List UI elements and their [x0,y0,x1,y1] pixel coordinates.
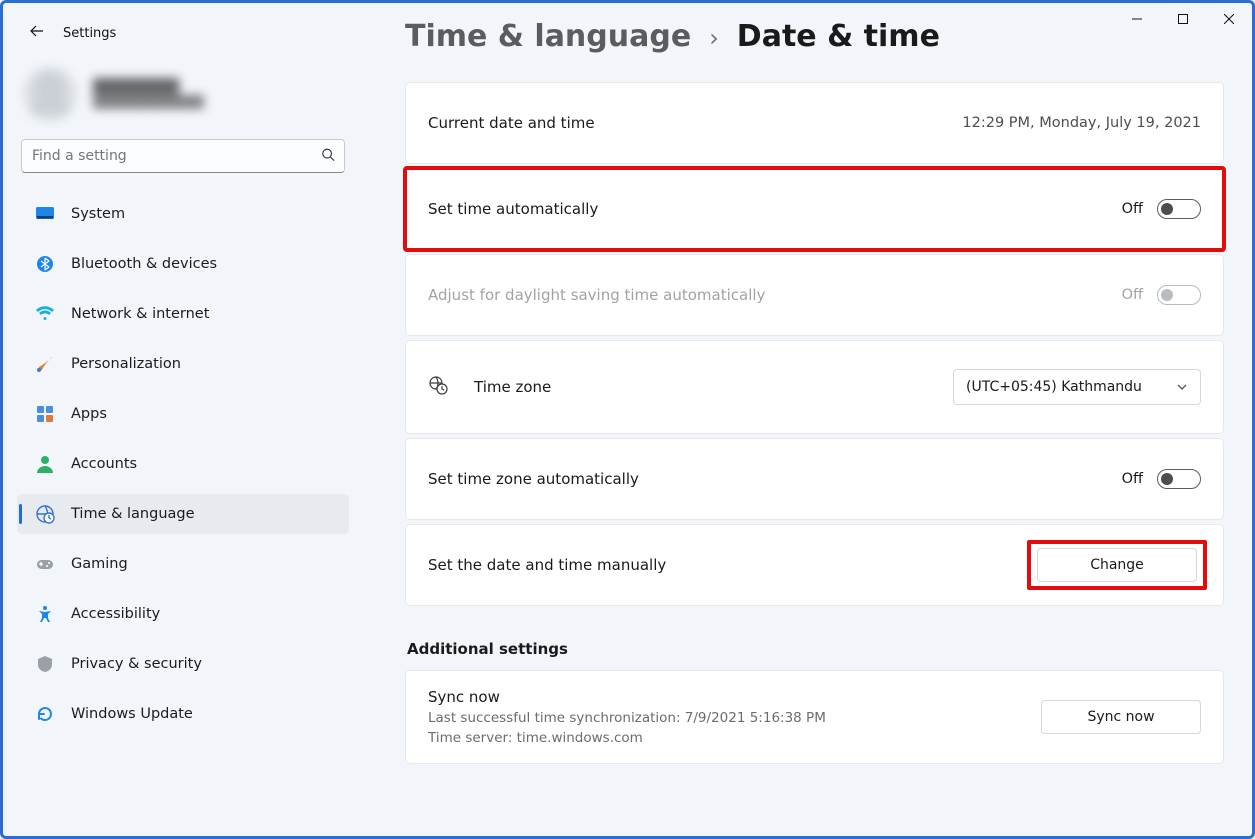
sidebar-item-label: Personalization [71,356,181,372]
sidebar-item-label: Windows Update [71,706,193,722]
sidebar-item-gaming[interactable]: Gaming [17,544,349,584]
sidebar-item-accessibility[interactable]: Accessibility [17,594,349,634]
chevron-down-icon [1176,381,1188,393]
sidebar-item-apps[interactable]: Apps [17,394,349,434]
row-label: Adjust for daylight saving time automati… [428,286,765,304]
sidebar-item-label: Apps [71,406,107,422]
row-set-manual: Set the date and time manually Change [406,525,1223,605]
close-button[interactable] [1206,3,1252,35]
row-set-tz-auto[interactable]: Set time zone automatically Off [406,439,1223,519]
avatar [23,67,77,121]
breadcrumb: Time & language › Date & time [405,19,1224,54]
row-label: Set the date and time manually [428,556,666,574]
sidebar-item-bluetooth[interactable]: Bluetooth & devices [17,244,349,284]
row-set-time-automatically[interactable]: Set time automatically Off [406,169,1223,249]
sync-now-button[interactable]: Sync now [1041,700,1201,734]
row-sync-now: Sync now Last successful time synchroniz… [406,671,1223,763]
person-icon [35,454,55,474]
toggle-state: Off [1122,201,1143,217]
section-heading-additional: Additional settings [407,640,1224,658]
search-icon [321,147,335,166]
profile-name: ████████ [93,79,204,95]
wifi-icon [35,304,55,324]
globe-clock-icon [35,504,55,524]
dst-auto-toggle [1157,285,1201,305]
minimize-button[interactable] [1114,3,1160,35]
shield-icon [35,654,55,674]
breadcrumb-parent[interactable]: Time & language [405,19,691,54]
sidebar-item-label: Accessibility [71,606,160,622]
app-title: Settings [63,26,116,41]
maximize-button[interactable] [1160,3,1206,35]
change-button[interactable]: Change [1037,548,1197,582]
back-icon[interactable] [29,23,45,43]
toggle-state: Off [1122,287,1143,303]
page-title: Date & time [737,19,940,54]
set-time-auto-toggle[interactable] [1157,199,1201,219]
sidebar-item-label: System [71,206,125,222]
search-input[interactable] [21,139,345,173]
gamepad-icon [35,554,55,574]
row-time-zone: Time zone (UTC+05:45) Kathmandu [406,341,1223,433]
sidebar-item-label: Privacy & security [71,656,202,672]
sidebar-item-personalization[interactable]: Personalization [17,344,349,384]
sidebar-item-windows-update[interactable]: Windows Update [17,694,349,734]
row-label: Time zone [474,378,551,396]
system-icon [35,204,55,224]
sidebar-item-system[interactable]: System [17,194,349,234]
row-label: Current date and time [428,114,595,132]
sync-last-sync: Last successful time synchronization: 7/… [428,710,826,726]
globe-clock-icon [428,375,448,399]
update-icon [35,704,55,724]
sidebar-item-accounts[interactable]: Accounts [17,444,349,484]
current-datetime-value: 12:29 PM, Monday, July 19, 2021 [962,115,1201,131]
sidebar-item-label: Bluetooth & devices [71,256,217,272]
sidebar-item-label: Gaming [71,556,128,572]
account-profile[interactable]: ████████ ████████████ [13,57,353,139]
sidebar-item-privacy[interactable]: Privacy & security [17,644,349,684]
chevron-right-icon: › [709,24,719,52]
row-label: Set time automatically [428,200,598,218]
bluetooth-icon [35,254,55,274]
set-tz-auto-toggle[interactable] [1157,469,1201,489]
time-zone-select[interactable]: (UTC+05:45) Kathmandu [953,369,1201,405]
sidebar-item-label: Accounts [71,456,137,472]
sync-server: Time server: time.windows.com [428,730,826,746]
profile-email: ████████████ [93,95,204,109]
sidebar-item-label: Time & language [71,506,195,522]
sync-title: Sync now [428,688,826,706]
row-label: Set time zone automatically [428,470,639,488]
sidebar-item-network[interactable]: Network & internet [17,294,349,334]
select-value: (UTC+05:45) Kathmandu [966,379,1142,395]
toggle-state: Off [1122,471,1143,487]
apps-icon [35,404,55,424]
sidebar-item-label: Network & internet [71,306,209,322]
sidebar-item-time-language[interactable]: Time & language [17,494,349,534]
accessibility-icon [35,604,55,624]
brush-icon [35,354,55,374]
row-dst-auto: Adjust for daylight saving time automati… [406,255,1223,335]
row-current-datetime: Current date and time 12:29 PM, Monday, … [406,83,1223,163]
